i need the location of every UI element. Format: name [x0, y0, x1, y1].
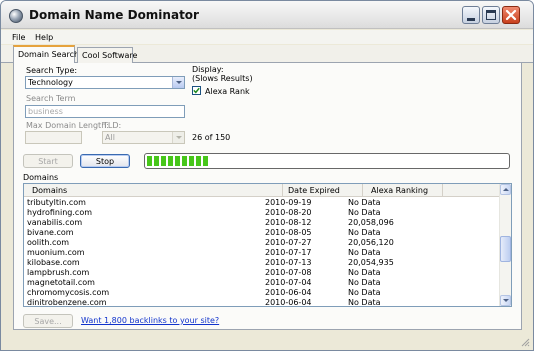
alexa-ranking-cell: No Data — [348, 298, 381, 307]
domain-cell: muonium.com — [27, 248, 85, 257]
max-domain-length-input[interactable] — [25, 131, 82, 144]
start-button[interactable]: Start — [23, 154, 73, 168]
date-expired-cell: 2010-07-17 — [265, 248, 312, 257]
tab-cool-software[interactable]: Cool Software — [77, 47, 137, 64]
app-globe-icon — [9, 9, 23, 23]
tab-strip: Domain Search Cool Software — [1, 45, 533, 64]
search-type-label: Search Type: — [26, 66, 78, 75]
alexa-ranking-cell: 20,054,935 — [348, 258, 394, 267]
tab-domain-search[interactable]: Domain Search — [13, 45, 79, 64]
alexa-rank-checkbox[interactable] — [192, 86, 201, 95]
tld-label: TLD: — [103, 121, 122, 130]
window-title: Domain Name Dominator — [29, 8, 199, 22]
column-header-alexa-ranking[interactable]: Alexa Ranking — [363, 184, 443, 196]
table-row[interactable]: chromomycosis.com 2010-06-04 No Data — [24, 288, 498, 298]
menu-file[interactable]: File — [12, 33, 25, 42]
stop-button[interactable]: Stop — [80, 154, 130, 168]
alexa-ranking-cell: 20,058,096 — [348, 218, 394, 227]
domain-cell: bivane.com — [27, 228, 74, 237]
domain-cell: chromomycosis.com — [27, 288, 110, 297]
progress-bar-fill — [147, 156, 208, 166]
save-button[interactable]: Save... — [23, 314, 73, 328]
date-expired-cell: 2010-08-05 — [265, 228, 312, 237]
search-term-label: Search Term — [26, 94, 76, 103]
table-row[interactable]: hydrofining.com 2010-08-20 No Data — [24, 208, 498, 218]
date-expired-cell: 2010-07-27 — [265, 238, 312, 247]
domain-cell: kilobase.com — [27, 258, 80, 267]
alexa-ranking-cell: No Data — [348, 288, 381, 297]
scroll-down-icon[interactable] — [500, 295, 511, 306]
table-row[interactable]: vanabilis.com 2010-08-12 20,058,096 — [24, 218, 498, 228]
column-header-domains[interactable]: Domains — [24, 184, 283, 196]
date-expired-cell: 2010-09-19 — [265, 198, 312, 207]
table-row[interactable]: lampbrush.com 2010-07-08 No Data — [24, 268, 498, 278]
resize-grip-icon[interactable] — [520, 337, 530, 347]
date-expired-cell: 2010-08-12 — [265, 218, 312, 227]
backlinks-link[interactable]: Want 1,800 backlinks to your site? — [81, 316, 219, 325]
result-count: 26 of 150 — [192, 133, 231, 142]
chevron-down-icon[interactable] — [172, 132, 184, 143]
domain-cell: hydrofining.com — [27, 208, 92, 217]
date-expired-cell: 2010-06-04 — [265, 288, 312, 297]
domain-cell: oolith.com — [27, 238, 70, 247]
table-row[interactable]: oolith.com 2010-07-27 20,056,120 — [24, 238, 498, 248]
domains-section-label: Domains — [23, 173, 59, 182]
checkmark-icon — [193, 87, 200, 94]
date-expired-cell: 2010-07-13 — [265, 258, 312, 267]
column-header-date-expired[interactable]: Date Expired — [283, 184, 363, 196]
scrollbar-thumb[interactable] — [500, 236, 511, 262]
menu-bar: File Help — [1, 30, 533, 44]
date-expired-cell: 2010-07-04 — [265, 278, 312, 287]
domain-cell: dinitrobenzene.com — [27, 298, 107, 307]
progress-bar — [144, 153, 510, 169]
vertical-scrollbar[interactable] — [499, 184, 511, 306]
app-window: Domain Name Dominator File Help Domain S… — [0, 0, 534, 351]
domain-cell: vanabilis.com — [27, 218, 83, 227]
alexa-ranking-cell: No Data — [348, 208, 381, 217]
minimize-icon — [467, 18, 475, 21]
maximize-button[interactable] — [482, 6, 500, 24]
tld-value: All — [105, 133, 115, 142]
table-row[interactable]: muonium.com 2010-07-17 No Data — [24, 248, 498, 258]
domain-cell: tributyltin.com — [27, 198, 86, 207]
domain-cell: magnetotail.com — [27, 278, 95, 287]
close-icon — [505, 9, 517, 21]
table-row[interactable]: kilobase.com 2010-07-13 20,054,935 — [24, 258, 498, 268]
table-row[interactable]: tributyltin.com 2010-09-19 No Data — [24, 198, 498, 208]
date-expired-cell: 2010-08-20 — [265, 208, 312, 217]
alexa-ranking-cell: 20,056,120 — [348, 238, 394, 247]
table-row[interactable]: dinitrobenzene.com 2010-06-04 No Data — [24, 298, 498, 307]
domains-table-body: tributyltin.com 2010-09-19 No Data hydrofin… — [24, 198, 498, 307]
alexa-ranking-cell: No Data — [348, 228, 381, 237]
domains-table[interactable]: Domains Date Expired Alexa Ranking tribu… — [23, 183, 512, 307]
minimize-button[interactable] — [462, 6, 480, 24]
title-bar[interactable]: Domain Name Dominator — [1, 1, 533, 29]
display-label: Display: — [192, 65, 224, 74]
search-term-input[interactable]: business — [25, 105, 185, 118]
date-expired-cell: 2010-07-08 — [265, 268, 312, 277]
alexa-ranking-cell: No Data — [348, 268, 381, 277]
chevron-down-icon[interactable] — [172, 77, 184, 88]
date-expired-cell: 2010-06-04 — [265, 298, 312, 307]
search-type-select[interactable]: Technology — [25, 76, 185, 89]
maximize-icon — [486, 10, 496, 20]
table-row[interactable]: magnetotail.com 2010-07-04 No Data — [24, 278, 498, 288]
search-type-value: Technology — [28, 78, 73, 87]
alexa-ranking-cell: No Data — [348, 278, 381, 287]
domain-cell: lampbrush.com — [27, 268, 90, 277]
domains-table-header: Domains Date Expired Alexa Ranking — [24, 184, 511, 197]
alexa-ranking-cell: No Data — [348, 248, 381, 257]
menu-help[interactable]: Help — [35, 33, 53, 42]
close-button[interactable] — [502, 6, 520, 24]
display-note: (Slows Results) — [192, 74, 253, 83]
max-domain-length-label: Max Domain Length: — [26, 121, 109, 130]
scroll-up-icon[interactable] — [500, 184, 511, 195]
tld-select[interactable]: All — [102, 131, 185, 144]
table-row[interactable]: bivane.com 2010-08-05 No Data — [24, 228, 498, 238]
alexa-ranking-cell: No Data — [348, 198, 381, 207]
alexa-rank-label: Alexa Rank — [205, 87, 250, 96]
